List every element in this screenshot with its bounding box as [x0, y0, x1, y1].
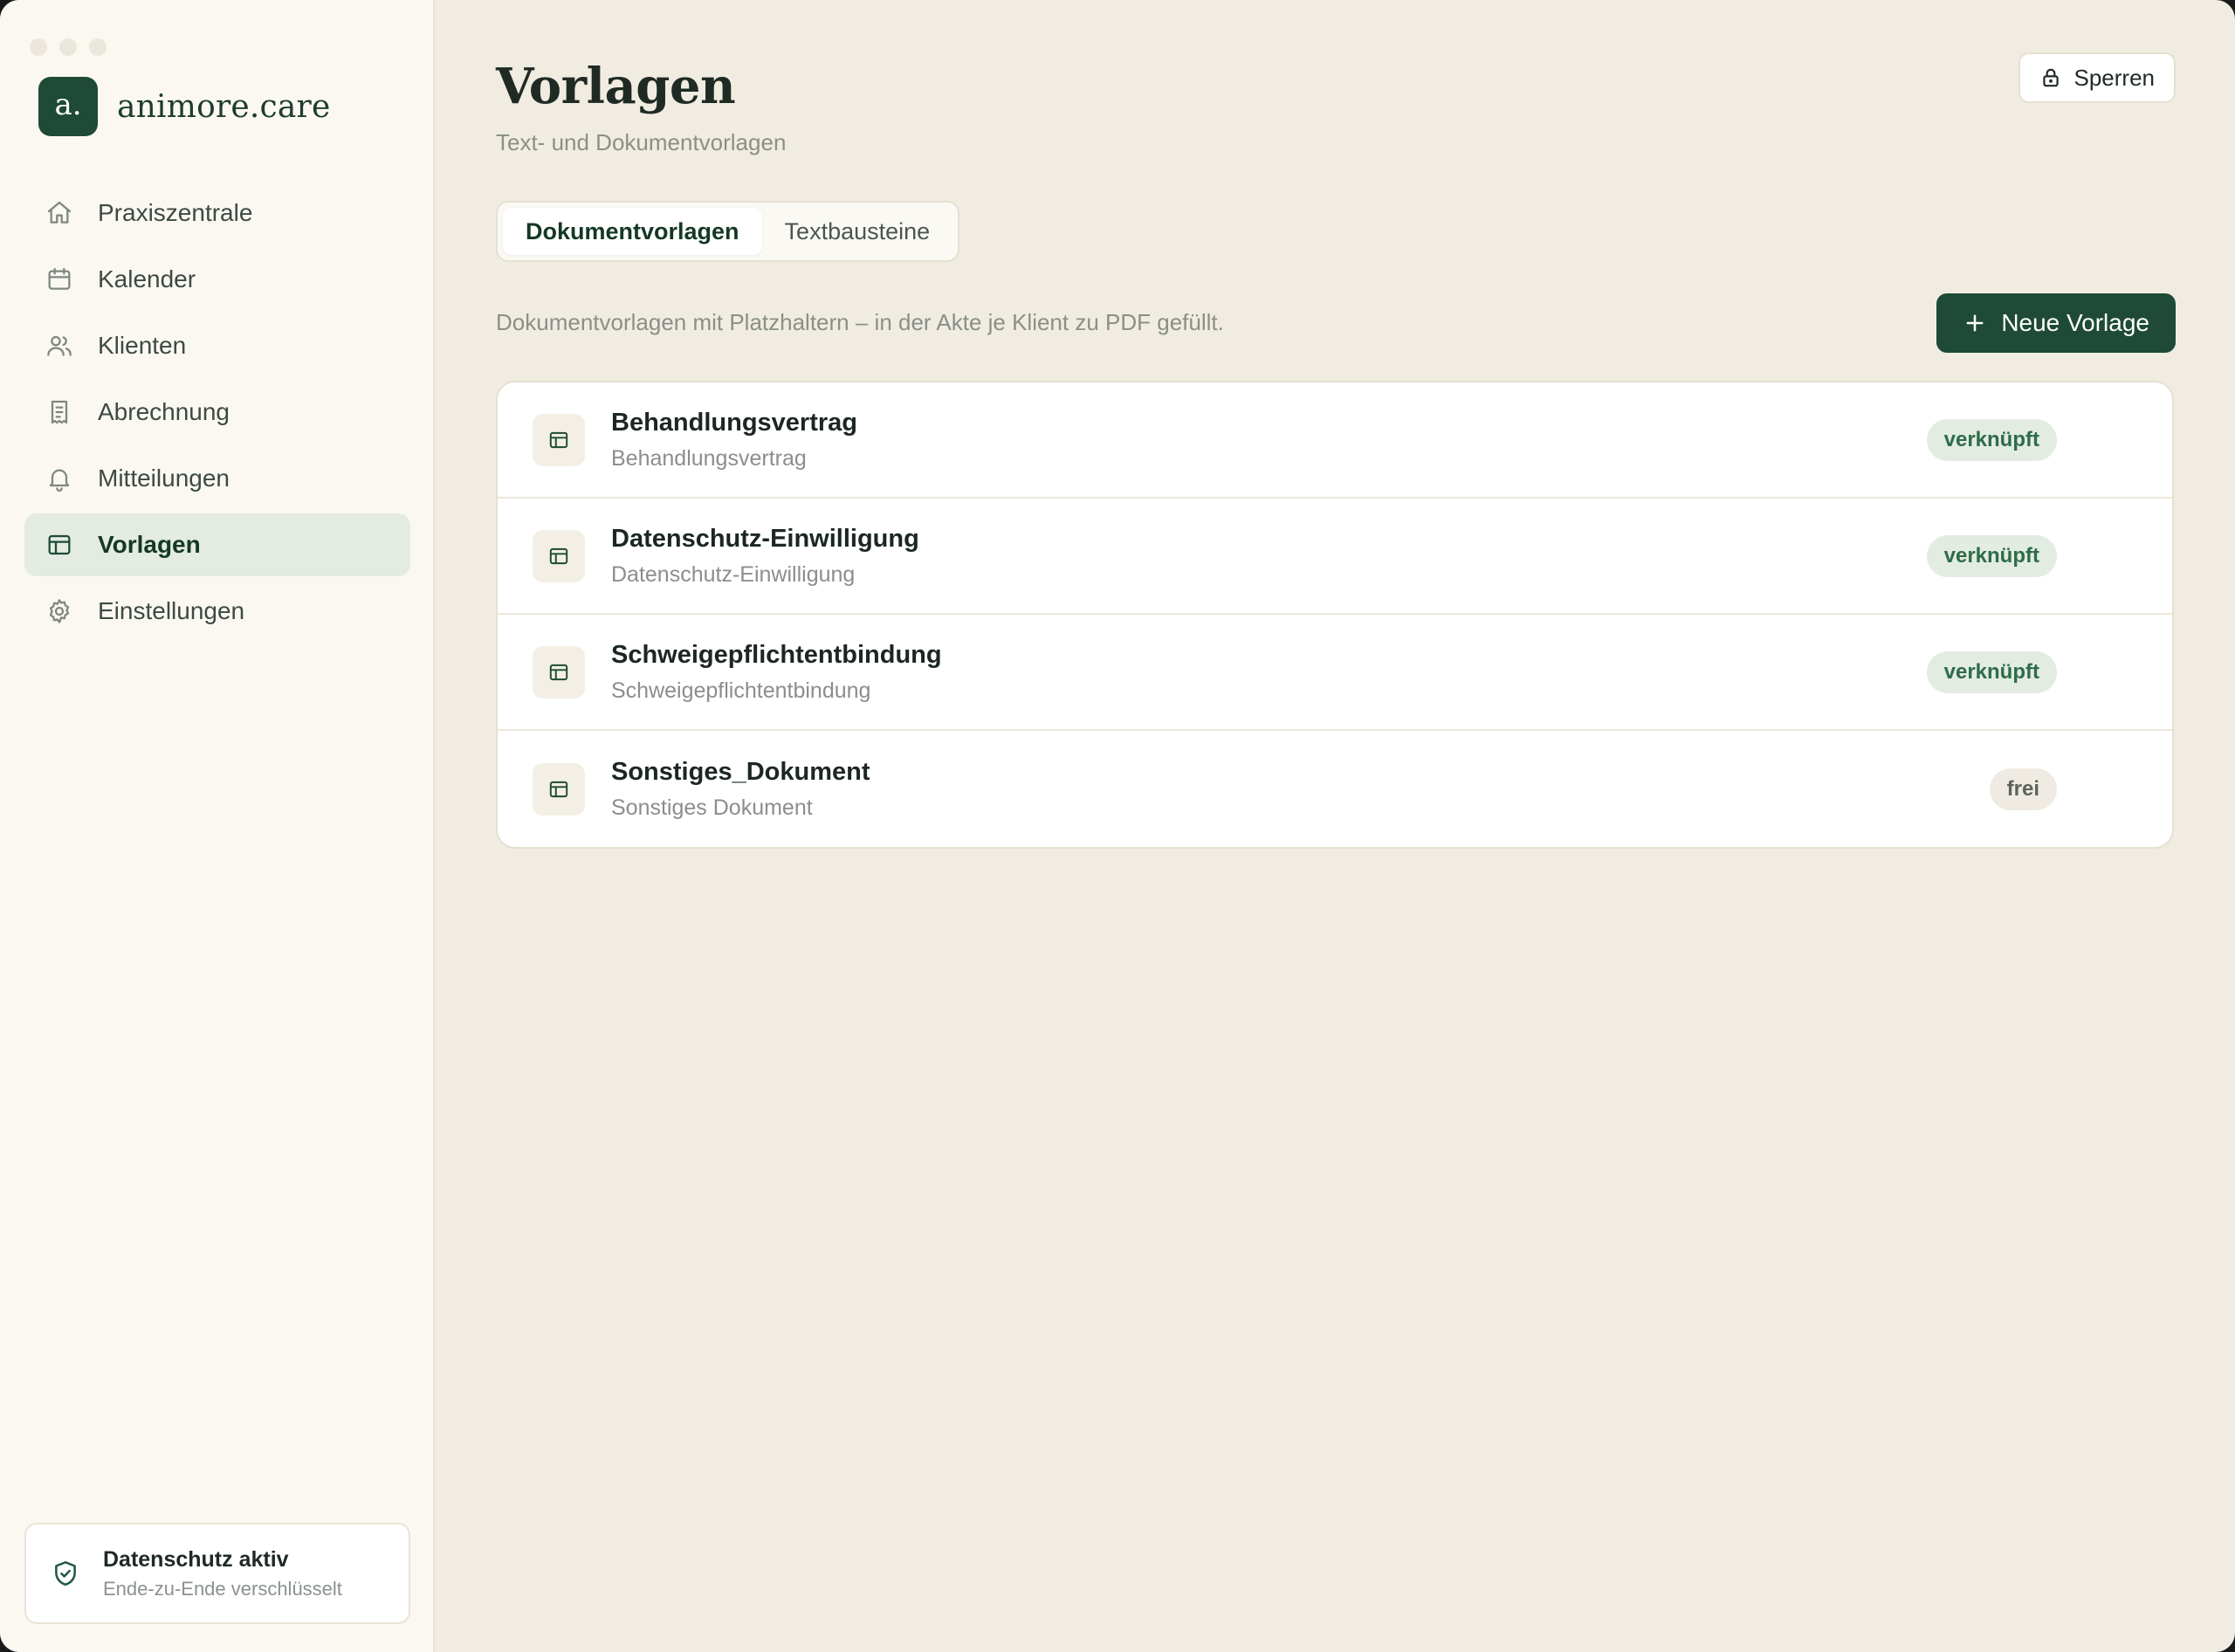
- template-subtitle: Sonstiges Dokument: [611, 795, 813, 820]
- status-badge: verknüpft: [1926, 418, 2057, 461]
- sidebar-nav: Praxiszentrale Kalender Klienten Abrechn…: [24, 182, 410, 646]
- sidebar: a. animore.care Praxiszentrale Kalender: [0, 0, 435, 1652]
- brand[interactable]: a. animore.care: [38, 77, 330, 136]
- zoom-window-button[interactable]: [89, 38, 107, 56]
- sidebar-item-label: Kalender: [98, 265, 196, 293]
- lock-button-label: Sperren: [2073, 64, 2156, 91]
- sidebar-item-label: Vorlagen: [98, 531, 201, 558]
- status-badge: verknüpft: [1926, 534, 2057, 577]
- sidebar-item-praxiszentrale[interactable]: Praxiszentrale: [24, 182, 410, 244]
- template-icon: [533, 413, 585, 466]
- window-controls: [30, 38, 107, 56]
- app-window: a. animore.care Praxiszentrale Kalender: [0, 0, 2235, 1652]
- sidebar-item-label: Abrechnung: [98, 398, 230, 425]
- template-row-behandlungsvertrag[interactable]: Behandlungsvertrag Behandlungsvertrag ve…: [498, 382, 2172, 499]
- new-template-button[interactable]: Neue Vorlage: [1936, 293, 2176, 353]
- tab-dokumentvorlagen[interactable]: Dokumentvorlagen: [503, 208, 762, 255]
- privacy-title: Datenschutz aktiv: [103, 1546, 289, 1572]
- sidebar-item-vorlagen[interactable]: Vorlagen: [24, 513, 410, 576]
- tab-bar: Dokumentvorlagen Textbausteine: [496, 201, 960, 262]
- template-icon: [533, 645, 585, 699]
- calendar-icon: [44, 264, 75, 295]
- minimize-window-button[interactable]: [59, 38, 77, 56]
- plus-icon: [1966, 314, 1984, 332]
- status-badge: verknüpft: [1926, 650, 2057, 693]
- template-title: Sonstiges_Dokument: [611, 757, 870, 786]
- sidebar-item-einstellungen[interactable]: Einstellungen: [24, 580, 410, 643]
- page-title: Vorlagen: [496, 58, 736, 115]
- template-subtitle: Behandlungsvertrag: [611, 445, 807, 471]
- template-icon: [533, 529, 585, 582]
- template-title: Behandlungsvertrag: [611, 408, 857, 437]
- home-icon: [44, 197, 75, 229]
- template-subtitle: Schweigepflichtentbindung: [611, 678, 871, 703]
- sidebar-item-label: Praxiszentrale: [98, 199, 253, 226]
- template-title: Schweigepflichtentbindung: [611, 640, 942, 669]
- lock-icon: [2042, 68, 2059, 87]
- tab-textbausteine[interactable]: Textbausteine: [762, 208, 953, 255]
- sidebar-item-kalender[interactable]: Kalender: [24, 248, 410, 311]
- template-row-sonstiges-dokument[interactable]: Sonstiges_Dokument Sonstiges Dokument fr…: [498, 731, 2172, 847]
- sidebar-item-label: Mitteilungen: [98, 465, 230, 492]
- template-title: Datenschutz-Einwilligung: [611, 524, 919, 553]
- template-list: Behandlungsvertrag Behandlungsvertrag ve…: [496, 381, 2174, 849]
- users-icon: [44, 330, 75, 361]
- status-badge: frei: [1989, 767, 2057, 810]
- bell-icon: [44, 463, 75, 494]
- template-icon: [44, 529, 75, 561]
- brand-logo: a.: [38, 77, 98, 136]
- template-row-schweigepflichtentbindung[interactable]: Schweigepflichtentbindung Schweigepflich…: [498, 615, 2172, 731]
- template-row-datenschutz-einwilligung[interactable]: Datenschutz-Einwilligung Datenschutz-Ein…: [498, 499, 2172, 615]
- sidebar-item-label: Einstellungen: [98, 597, 245, 624]
- privacy-status-card: Datenschutz aktiv Ende-zu-Ende verschlüs…: [24, 1523, 410, 1624]
- new-template-button-label: Neue Vorlage: [2001, 309, 2149, 336]
- shield-check-icon: [55, 1560, 76, 1587]
- template-icon: [533, 762, 585, 816]
- lock-button[interactable]: Sperren: [2018, 52, 2176, 103]
- page-subtitle: Text- und Dokumentvorlagen: [496, 129, 787, 155]
- template-subtitle: Datenschutz-Einwilligung: [611, 561, 856, 587]
- sidebar-item-label: Klienten: [98, 332, 187, 359]
- brand-name: animore.care: [117, 88, 331, 125]
- privacy-subtitle: Ende-zu-Ende verschlüsselt: [103, 1577, 342, 1600]
- close-window-button[interactable]: [30, 38, 47, 56]
- sidebar-item-mitteilungen[interactable]: Mitteilungen: [24, 447, 410, 510]
- receipt-icon: [44, 396, 75, 428]
- gear-icon: [44, 595, 75, 627]
- main-content: Vorlagen Text- und Dokumentvorlagen Sper…: [435, 0, 2235, 1652]
- sidebar-item-abrechnung[interactable]: Abrechnung: [24, 381, 410, 444]
- sidebar-item-klienten[interactable]: Klienten: [24, 314, 410, 377]
- section-description: Dokumentvorlagen mit Platzhaltern – in d…: [496, 309, 1224, 335]
